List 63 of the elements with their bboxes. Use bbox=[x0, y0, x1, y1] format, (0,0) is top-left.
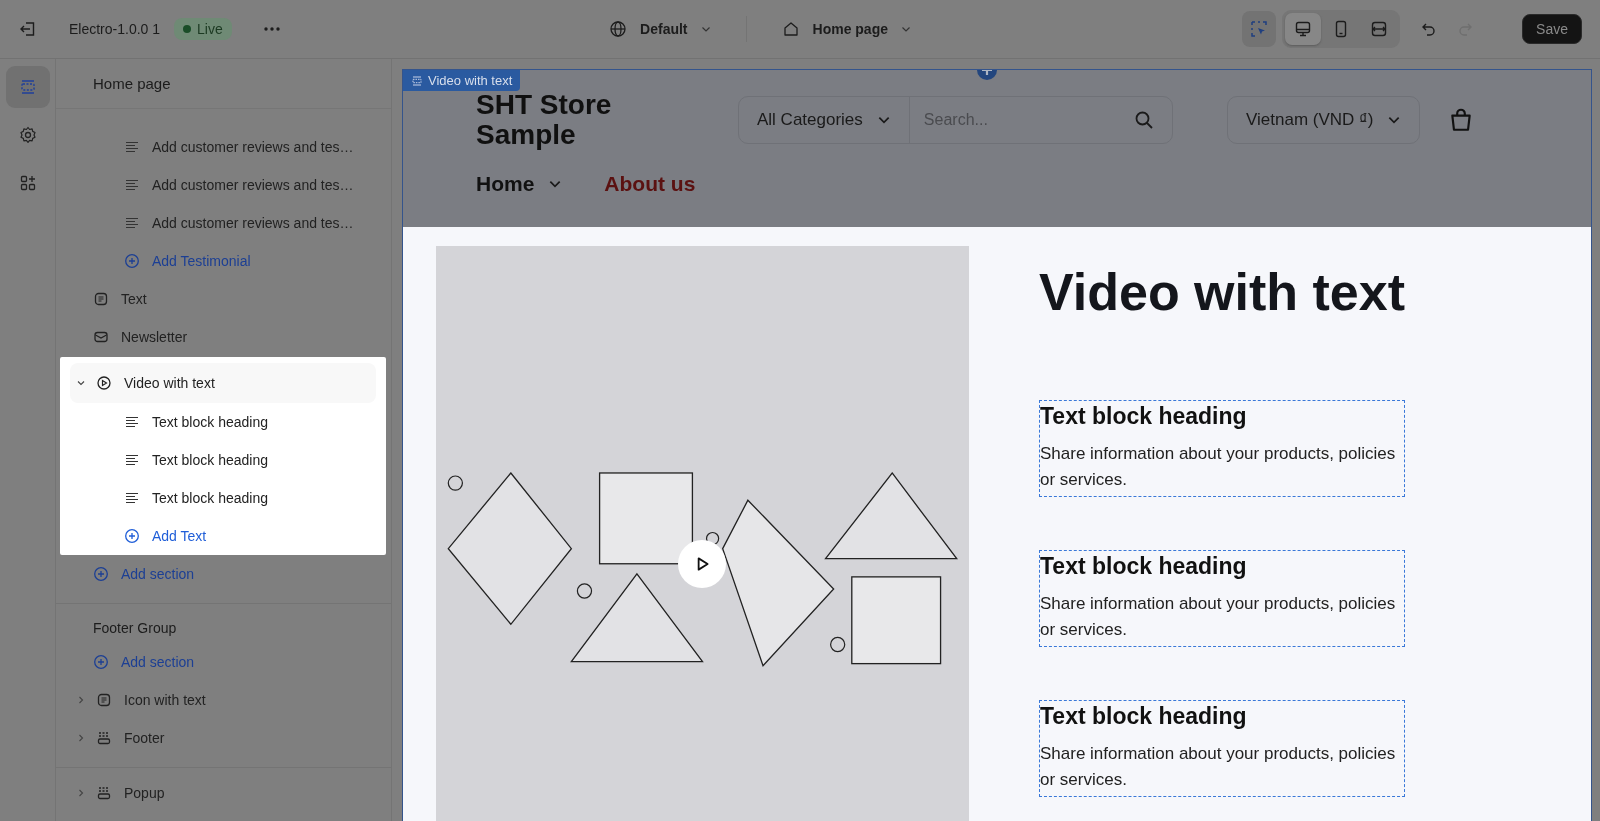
nav-link[interactable]: About us bbox=[604, 172, 696, 196]
section-heading: Video with text bbox=[1039, 262, 1406, 323]
plus-circle-icon bbox=[93, 566, 109, 582]
text-block[interactable]: Text block heading Share information about your products, policies or services. bbox=[1039, 550, 1405, 647]
store-logo[interactable]: SHT Store Sample bbox=[476, 90, 676, 150]
layout-icon bbox=[96, 785, 112, 801]
desktop-view-button[interactable] bbox=[1285, 13, 1322, 45]
block-item[interactable]: Text block heading bbox=[70, 441, 376, 479]
add-link[interactable]: Add section bbox=[56, 555, 391, 593]
plus-circle-icon bbox=[124, 253, 140, 269]
add-link[interactable]: Add section bbox=[56, 643, 391, 681]
section-tag[interactable]: Video with text bbox=[403, 70, 521, 91]
block-heading: Text block heading bbox=[1040, 402, 1248, 431]
panel-title: Home page bbox=[56, 59, 391, 109]
section-item[interactable]: Newsletter bbox=[56, 318, 391, 356]
inspect-button[interactable] bbox=[1242, 11, 1277, 47]
theme-selector[interactable]: Default bbox=[602, 15, 718, 43]
lines-icon bbox=[124, 452, 140, 468]
cursor-select-icon bbox=[1249, 19, 1270, 39]
nav-link[interactable]: Home bbox=[476, 172, 563, 196]
plus-circle-icon bbox=[124, 528, 140, 544]
layout-icon bbox=[96, 730, 112, 746]
add-link[interactable]: Add Text bbox=[70, 517, 376, 555]
text-block[interactable]: Text block heading Share information about your products, policies or services. bbox=[1039, 700, 1405, 797]
lines-icon bbox=[124, 414, 140, 430]
lines-icon bbox=[124, 215, 140, 231]
sections-icon bbox=[411, 74, 423, 87]
section-item[interactable]: Video with text bbox=[70, 363, 376, 403]
block-text: Share information about your products, policies or services. bbox=[1040, 443, 1397, 491]
block-item[interactable]: Add customer reviews and tes… bbox=[56, 166, 391, 204]
lines-icon bbox=[124, 490, 140, 506]
block-text: Share information about your products, policies or services. bbox=[1040, 743, 1397, 791]
search-icon[interactable] bbox=[1134, 110, 1154, 130]
save-button[interactable]: Save bbox=[1522, 14, 1582, 44]
category-dropdown[interactable]: All Categories bbox=[739, 97, 910, 143]
more-icon[interactable] bbox=[262, 26, 281, 32]
play-icon bbox=[96, 375, 112, 391]
plus-circle-icon bbox=[93, 654, 109, 670]
block-item[interactable]: Text block heading bbox=[70, 479, 376, 517]
section-item[interactable]: Popup bbox=[56, 774, 391, 812]
block-item[interactable]: Add customer reviews and tes… bbox=[56, 204, 391, 242]
text-icon bbox=[96, 692, 112, 708]
block-text: Share information about your products, policies or services. bbox=[1040, 593, 1397, 641]
lines-icon bbox=[124, 177, 140, 193]
group-title: Footer Group bbox=[92, 619, 178, 638]
section-item[interactable]: Text bbox=[56, 280, 391, 318]
section-item[interactable]: Footer bbox=[56, 719, 391, 757]
section-item[interactable]: Icon with text bbox=[56, 681, 391, 719]
block-item[interactable]: Text block heading bbox=[70, 403, 376, 441]
page-selector[interactable]: Home page bbox=[774, 15, 918, 43]
status-badge: Live bbox=[174, 18, 232, 40]
globe-icon bbox=[608, 19, 629, 39]
block-heading: Text block heading bbox=[1040, 702, 1248, 731]
envelope-icon bbox=[93, 329, 109, 345]
block-heading: Text block heading bbox=[1040, 552, 1248, 581]
add-link[interactable]: Add Testimonial bbox=[56, 242, 391, 280]
text-icon bbox=[93, 291, 109, 307]
block-item[interactable]: Add customer reviews and tes… bbox=[56, 128, 391, 166]
lines-icon bbox=[124, 139, 140, 155]
store-name: Electro-1.0.0 1 bbox=[69, 21, 161, 37]
text-block[interactable]: Text block heading Share information about your products, policies or services. bbox=[1039, 400, 1405, 497]
settings-icon bbox=[17, 125, 38, 145]
currency-dropdown[interactable]: Vietnam (VND ₫) bbox=[1227, 96, 1421, 144]
